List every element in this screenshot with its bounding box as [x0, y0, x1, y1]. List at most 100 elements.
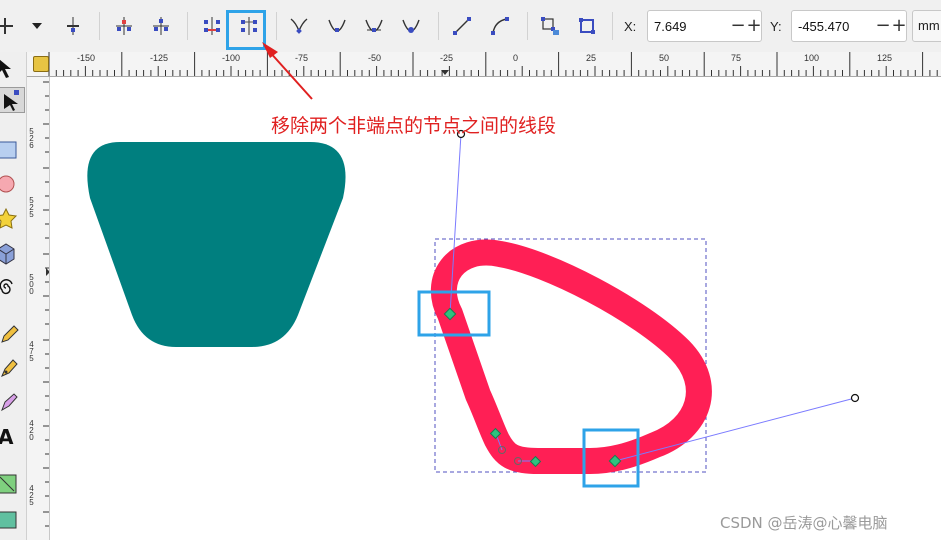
ellipse-tool[interactable] — [0, 172, 24, 196]
hruler-label: 75 — [731, 53, 741, 63]
vruler-label: 5 — [29, 210, 34, 219]
symmetric-node-icon — [365, 19, 383, 32]
toolbar-separator — [187, 12, 188, 40]
insert-node-menu-button[interactable] — [24, 13, 50, 39]
vruler-label: 0 — [29, 287, 34, 296]
y-coordinate-spinbox: − + — [791, 10, 907, 42]
calligraphy-tool[interactable] — [0, 390, 24, 414]
delete-segment-highlight-box — [226, 10, 266, 50]
cusp-node-icon — [290, 18, 308, 34]
node-editor-icon — [4, 90, 19, 111]
3d-box-icon — [0, 243, 15, 265]
toolbar-separator — [612, 12, 613, 40]
spiral-tool[interactable] — [0, 276, 24, 300]
vruler-label: 0 — [29, 433, 34, 442]
break-path-icon — [153, 17, 169, 35]
lock-guides-toggle[interactable] — [33, 56, 49, 72]
arrow-pointer-icon — [0, 59, 11, 78]
text-tool[interactable]: A — [0, 424, 24, 449]
vertical-ruler: 5 2 6 5 2 5 5 0 0 4 7 5 4 2 0 4 2 5 — [27, 52, 50, 540]
star-icon — [0, 207, 18, 229]
star-tool[interactable] — [0, 207, 24, 231]
vruler-label: 5 — [29, 498, 34, 507]
delete-node-icon — [67, 17, 79, 35]
join-segment-icon — [204, 17, 220, 35]
calligraphy-pen-icon — [1, 393, 18, 412]
hruler-label: 25 — [586, 53, 596, 63]
hruler-label: -150 — [77, 53, 95, 63]
break-path-button[interactable] — [148, 13, 174, 39]
insert-node-button[interactable] — [0, 13, 18, 39]
vruler-label: 6 — [29, 141, 34, 150]
hruler-label: 125 — [877, 53, 892, 63]
insert-node-icon — [0, 18, 13, 34]
auto-smooth-node-icon — [402, 19, 420, 33]
smooth-node-icon — [328, 19, 346, 32]
annotation-text: 移除两个非端点的节点之间的线段 — [271, 115, 557, 137]
spiral-icon — [0, 279, 13, 295]
make-smooth-button[interactable] — [324, 13, 350, 39]
make-symmetric-button[interactable] — [361, 13, 387, 39]
rectangle-icon — [0, 141, 17, 159]
toolbar-separator — [99, 12, 100, 40]
curve-segment-icon — [491, 17, 509, 35]
toolbar-separator — [438, 12, 439, 40]
hruler-label: 50 — [659, 53, 669, 63]
unit-select[interactable]: mm — [912, 10, 941, 42]
rectangle-tool[interactable] — [0, 138, 24, 162]
object-to-path-button[interactable] — [537, 13, 563, 39]
watermark: CSDN @岳涛@心馨电脑 — [720, 514, 888, 532]
y-increment-button[interactable]: + — [891, 15, 907, 37]
horizontal-ruler: -150 -125 -100 -75 -50 -25 0 25 50 75 10… — [27, 52, 941, 77]
y-label: Y: — [770, 19, 782, 34]
make-line-button[interactable] — [449, 13, 475, 39]
hruler-label: -100 — [222, 53, 240, 63]
join-nodes-icon — [116, 17, 132, 35]
mesh-icon — [0, 511, 17, 529]
node-tool[interactable] — [0, 87, 25, 113]
toolbar-separator — [276, 12, 277, 40]
hruler-label: 0 — [513, 53, 518, 63]
y-decrement-button[interactable]: − — [875, 15, 891, 37]
gradient-tool[interactable] — [0, 472, 24, 496]
gradient-icon — [0, 474, 17, 494]
object-to-path-icon — [541, 17, 559, 35]
hruler-label: -75 — [295, 53, 308, 63]
hruler-label: 100 — [804, 53, 819, 63]
text-tool-icon: A — [0, 425, 14, 449]
hruler-label: -50 — [368, 53, 381, 63]
mesh-tool[interactable] — [0, 507, 24, 531]
3d-box-tool[interactable] — [0, 242, 24, 266]
vertical-ruler-ticks — [43, 81, 49, 527]
x-coordinate-spinbox: − + — [647, 10, 762, 42]
stroke-to-path-icon — [579, 18, 595, 34]
toolbox: A — [0, 52, 27, 540]
stroke-to-path-button[interactable] — [574, 13, 600, 39]
x-label: X: — [624, 19, 637, 34]
vruler-label: 5 — [29, 354, 34, 363]
make-curve-button[interactable] — [487, 13, 513, 39]
x-decrement-button[interactable]: − — [730, 15, 746, 37]
x-coordinate-input[interactable] — [648, 11, 728, 41]
make-cusp-button[interactable] — [286, 13, 312, 39]
make-auto-smooth-button[interactable] — [398, 13, 424, 39]
pencil-icon — [1, 325, 19, 343]
hruler-label: -25 — [440, 53, 453, 63]
horizontal-ruler-svg: -150 -125 -100 -75 -50 -25 0 25 50 75 10… — [48, 52, 938, 76]
toolbar-separator — [527, 12, 528, 40]
y-coordinate-input[interactable] — [792, 11, 874, 41]
ellipse-icon — [0, 175, 15, 193]
join-nodes-button[interactable] — [111, 13, 137, 39]
join-with-segment-button[interactable] — [199, 13, 225, 39]
svg-text:A: A — [0, 425, 14, 448]
pen-tool[interactable] — [0, 356, 24, 380]
hruler-label: -125 — [150, 53, 168, 63]
x-increment-button[interactable]: + — [746, 15, 762, 37]
selector-tool[interactable] — [0, 58, 24, 82]
delete-node-button[interactable] — [60, 13, 86, 39]
drawing-canvas[interactable] — [50, 77, 941, 540]
node-toolbar: X: − + Y: − + mm — [0, 0, 941, 53]
line-segment-icon — [453, 17, 471, 35]
pencil-tool[interactable] — [0, 322, 24, 346]
pen-icon — [1, 359, 18, 377]
